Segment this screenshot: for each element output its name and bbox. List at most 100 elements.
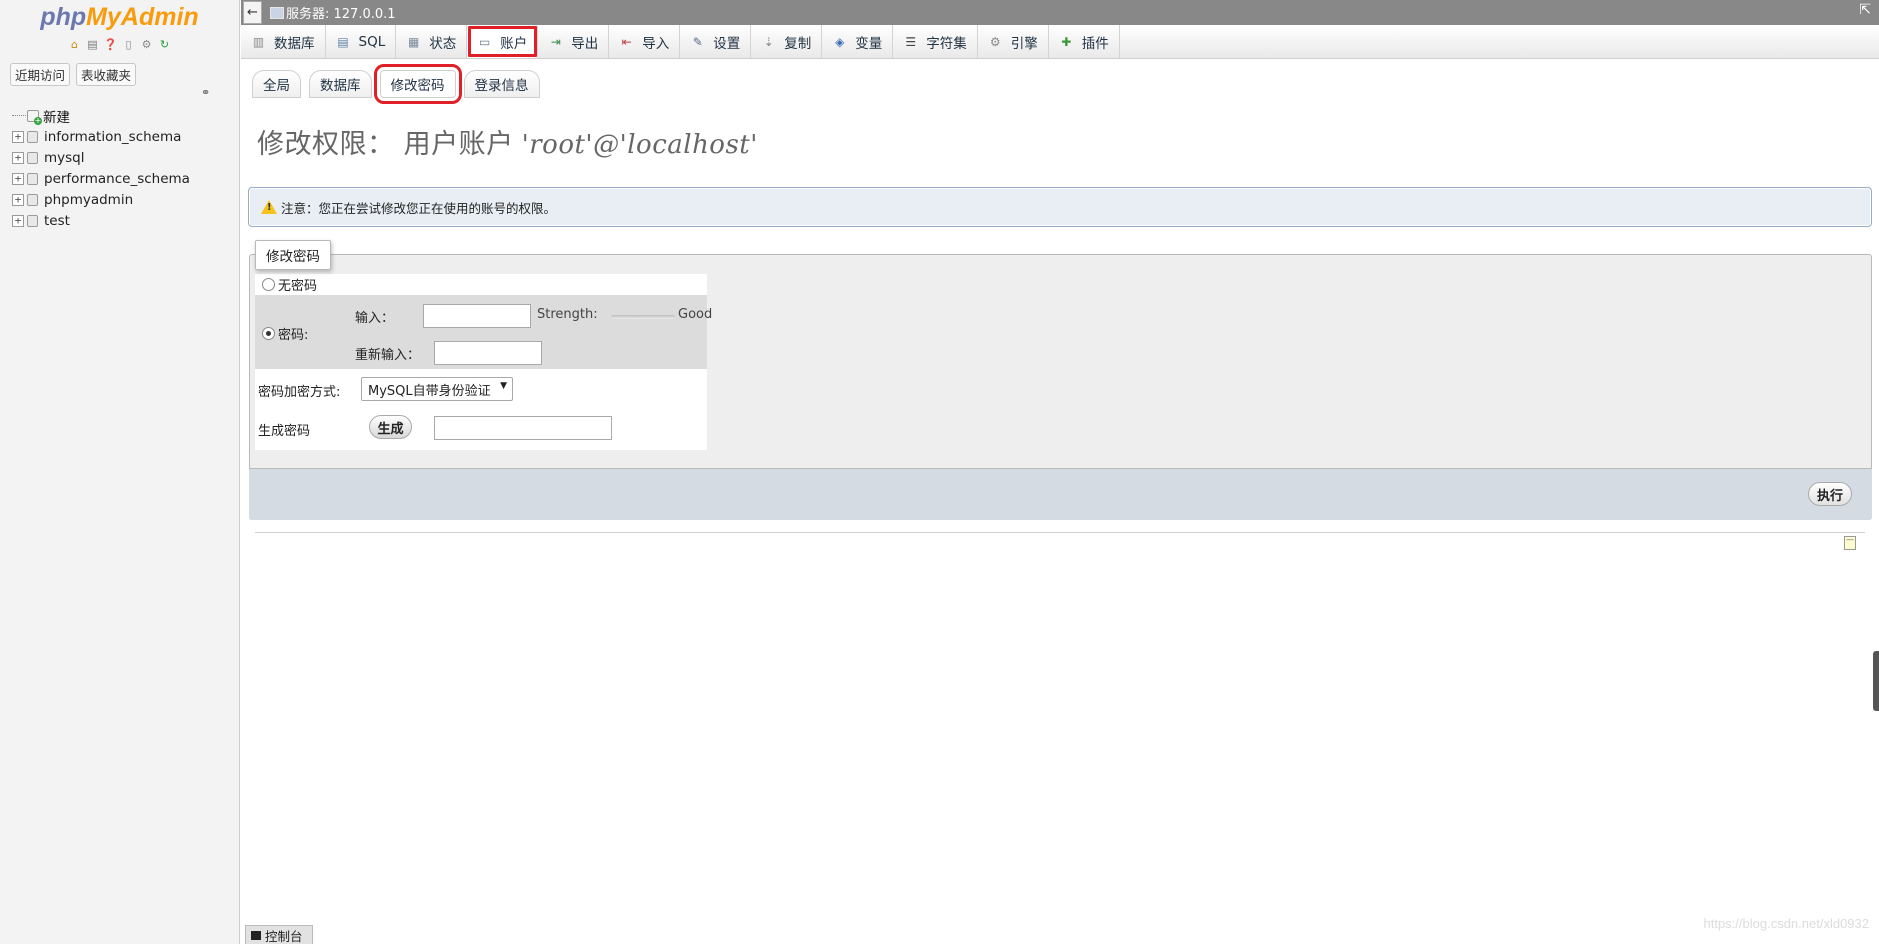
tab-databases[interactable]: ▥ 数据库 bbox=[241, 25, 326, 58]
tab-plugins[interactable]: ✚ 插件 bbox=[1049, 25, 1120, 58]
hashing-select[interactable]: MySQL自带身份验证 ▼ bbox=[361, 377, 513, 401]
watermark: https://blog.csdn.net/xld0932 bbox=[1703, 916, 1869, 931]
engine-icon: ⚙ bbox=[989, 34, 1001, 49]
expand-icon[interactable]: + bbox=[12, 193, 24, 206]
subtab-database[interactable]: 数据库 bbox=[309, 70, 372, 98]
reload-icon[interactable]: ↻ bbox=[158, 38, 172, 52]
tab-accounts[interactable]: ▭ 账户 bbox=[467, 25, 539, 58]
tree-item-label: phpmyadmin bbox=[44, 191, 134, 208]
tab-export[interactable]: ⇥ 导出 bbox=[538, 25, 610, 58]
notice-text: 注意：您正在尝试修改您正在使用的账号的权限。 bbox=[281, 200, 557, 216]
tree-item-mysql[interactable]: + mysql bbox=[12, 147, 190, 168]
tree-item-information-schema[interactable]: + information_schema bbox=[12, 126, 190, 147]
tab-engines[interactable]: ⚙ 引擎 bbox=[978, 25, 1049, 58]
home-icon[interactable]: ⌂ bbox=[68, 38, 82, 52]
database-icon bbox=[27, 151, 38, 164]
tree-item-phpmyadmin[interactable]: + phpmyadmin bbox=[12, 189, 190, 210]
export-icon: ⇥ bbox=[550, 34, 561, 49]
expand-icon[interactable]: + bbox=[12, 151, 24, 164]
recent-tab[interactable]: 近期访问 bbox=[10, 63, 71, 86]
gear-icon[interactable]: ⚙ bbox=[140, 38, 154, 52]
database-icon bbox=[27, 193, 38, 206]
subtab-change-password[interactable]: 修改密码 bbox=[373, 64, 462, 104]
status-icon: ▦ bbox=[408, 34, 420, 49]
tree-item-label: test bbox=[44, 212, 70, 229]
tab-replication[interactable]: ⇣ 复制 bbox=[751, 25, 823, 58]
tab-label: 导入 bbox=[642, 35, 670, 52]
server-icon bbox=[270, 6, 284, 19]
server-breadcrumb[interactable]: 服务器: 127.0.0.1 bbox=[286, 3, 396, 22]
tab-settings[interactable]: ✎ 设置 bbox=[680, 25, 752, 58]
subtab-global[interactable]: 全局 bbox=[252, 70, 301, 98]
database-icon bbox=[27, 214, 38, 227]
generate-password-label: 生成密码 bbox=[258, 424, 311, 439]
tree-item-test[interactable]: + test bbox=[12, 210, 190, 231]
tab-import[interactable]: ⇤ 导入 bbox=[609, 25, 681, 58]
help-icon[interactable]: ❓ bbox=[104, 38, 118, 52]
subtab-login-information[interactable]: 登录信息 bbox=[463, 70, 540, 98]
tree-item-new[interactable]: 新建 bbox=[12, 105, 190, 126]
tab-label: 状态 bbox=[429, 35, 457, 52]
logo-myadmin-text: MyAdmin bbox=[86, 3, 199, 31]
link-with-main-icon[interactable]: ⚭ bbox=[201, 86, 210, 99]
tab-label: 导出 bbox=[571, 35, 599, 52]
console-toggle[interactable]: 控制台 bbox=[245, 925, 313, 944]
password-option[interactable]: 密码: bbox=[262, 324, 308, 343]
go-button[interactable]: 执行 bbox=[1807, 482, 1852, 506]
back-arrow-icon[interactable]: ← bbox=[243, 1, 262, 24]
warning-icon bbox=[261, 200, 277, 214]
sql-icon: ▤ bbox=[337, 34, 349, 49]
generate-button[interactable]: 生成 bbox=[369, 415, 412, 439]
new-database-icon bbox=[27, 109, 42, 125]
database-icon bbox=[27, 172, 38, 185]
puzzle-icon: ✚ bbox=[1061, 34, 1072, 49]
page-settings-icon[interactable]: — bbox=[1844, 536, 1856, 550]
tab-label: 复制 bbox=[784, 35, 812, 52]
no-password-row[interactable]: 无密码 bbox=[255, 274, 707, 294]
tree-item-performance-schema[interactable]: + performance_schema bbox=[12, 168, 190, 189]
tab-label: 插件 bbox=[1081, 35, 1109, 52]
logout-icon[interactable]: ▤ bbox=[86, 38, 100, 52]
tab-sql[interactable]: ▤ SQL bbox=[326, 25, 397, 58]
strength-label: Strength: bbox=[537, 307, 598, 322]
enter-label: 输入： bbox=[355, 311, 395, 326]
tab-status[interactable]: ▦ 状态 bbox=[396, 25, 468, 58]
password-input[interactable] bbox=[423, 304, 531, 328]
no-password-label: 无密码 bbox=[278, 278, 318, 294]
password-radio[interactable] bbox=[262, 327, 275, 340]
strength-meter bbox=[611, 315, 675, 319]
quick-icons: ⌂ ▤ ❓ ▯ ⚙ ↻ bbox=[0, 38, 239, 54]
recent-favorites-tabs: 近期访问 表收藏夹 bbox=[0, 63, 239, 86]
divider bbox=[255, 532, 1865, 533]
page-title-prefix: 修改权限： 用户账户 bbox=[257, 129, 514, 160]
charset-icon: ☰ bbox=[905, 34, 917, 49]
variables-icon: ◈ bbox=[835, 34, 845, 49]
reenter-password-input[interactable] bbox=[434, 341, 542, 365]
console-label: 控制台 bbox=[265, 928, 303, 944]
tree-item-label: mysql bbox=[44, 149, 85, 166]
expand-icon[interactable]: + bbox=[12, 214, 24, 227]
accounts-icon: ▭ bbox=[479, 34, 491, 49]
generated-password-input[interactable] bbox=[434, 416, 612, 440]
collapse-icon[interactable]: ⇱ bbox=[1859, 2, 1871, 18]
tree-item-label: performance_schema bbox=[44, 170, 190, 187]
no-password-radio[interactable] bbox=[262, 277, 275, 291]
tab-label: SQL bbox=[358, 33, 386, 50]
phpmyadmin-logo[interactable]: phpMyAdmin bbox=[0, 0, 239, 32]
logo-php-text: php bbox=[40, 3, 87, 31]
replication-icon: ⇣ bbox=[763, 34, 774, 49]
database-icon bbox=[27, 130, 38, 143]
tab-charset[interactable]: ☰ 字符集 bbox=[893, 25, 978, 58]
tab-label: 数据库 bbox=[274, 35, 315, 52]
reenter-label: 重新输入： bbox=[355, 348, 421, 363]
side-scroll-handle[interactable] bbox=[1873, 651, 1879, 711]
tab-variables[interactable]: ◈ 变量 bbox=[822, 25, 894, 58]
navigation-panel: phpMyAdmin ⌂ ▤ ❓ ▯ ⚙ ↻ 近期访问 表收藏夹 ⚭ 新建 + … bbox=[0, 0, 240, 944]
favorites-tab[interactable]: 表收藏夹 bbox=[76, 63, 137, 86]
strength-value: Good bbox=[678, 307, 713, 322]
documentation-icon[interactable]: ▯ bbox=[122, 38, 136, 52]
tab-label: 账户 bbox=[500, 35, 528, 52]
expand-icon[interactable]: + bbox=[12, 130, 24, 143]
wrench-icon: ✎ bbox=[692, 34, 703, 49]
expand-icon[interactable]: + bbox=[12, 172, 24, 185]
